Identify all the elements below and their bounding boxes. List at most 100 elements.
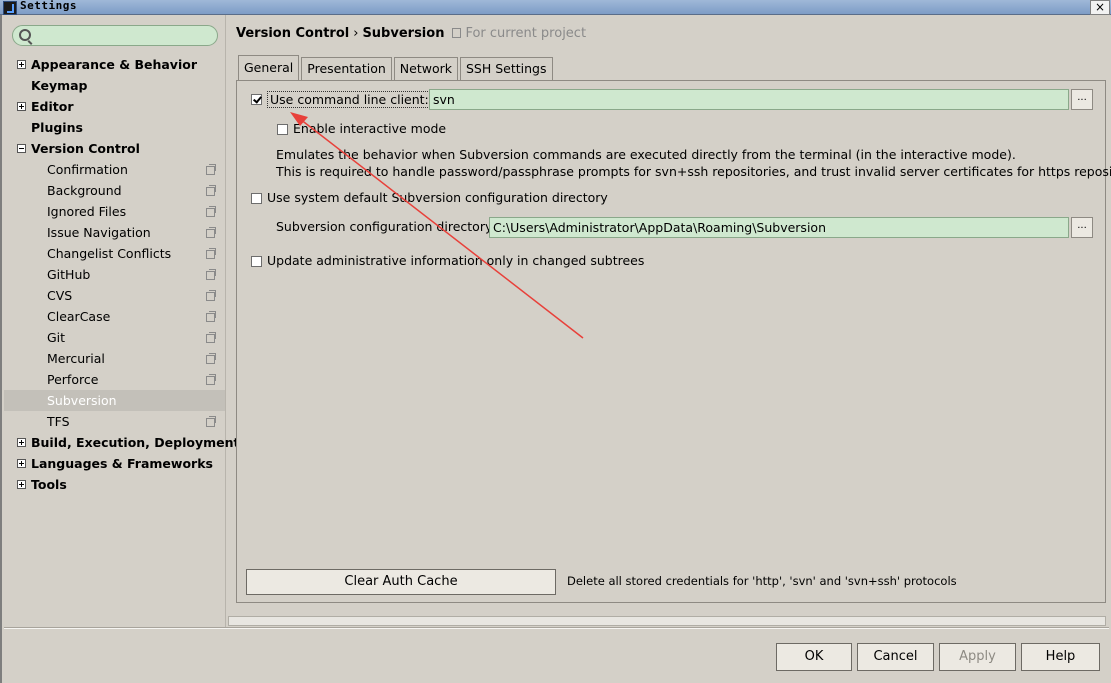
horizontal-scrollbar[interactable] bbox=[228, 616, 1106, 626]
sidebar-item-editor[interactable]: Editor bbox=[4, 96, 225, 117]
project-level-icon bbox=[206, 332, 216, 343]
ok-button[interactable]: OK bbox=[776, 643, 852, 671]
window-title: Settings bbox=[20, 0, 77, 12]
expand-icon[interactable] bbox=[17, 60, 26, 69]
project-level-icon bbox=[206, 248, 216, 259]
sidebar-item-confirmation[interactable]: Confirmation bbox=[4, 159, 225, 180]
config-directory-field[interactable]: C:\Users\Administrator\AppData\Roaming\S… bbox=[489, 217, 1069, 238]
project-level-icon bbox=[206, 164, 216, 175]
clear-auth-cache-note: Delete all stored credentials for 'http'… bbox=[567, 574, 957, 588]
sidebar-item-label: Background bbox=[47, 183, 122, 198]
sidebar-item-tfs[interactable]: TFS bbox=[4, 411, 225, 432]
clear-auth-cache-button[interactable]: Clear Auth Cache bbox=[246, 569, 556, 595]
sidebar-item-keymap[interactable]: Keymap bbox=[4, 75, 225, 96]
sidebar-item-git[interactable]: Git bbox=[4, 327, 225, 348]
sidebar-item-perforce[interactable]: Perforce bbox=[4, 369, 225, 390]
search-input[interactable] bbox=[12, 25, 218, 46]
tab-network[interactable]: Network bbox=[393, 57, 458, 80]
sidebar-item-label: Languages & Frameworks bbox=[31, 456, 213, 471]
close-button[interactable]: × bbox=[1090, 0, 1110, 15]
project-level-icon bbox=[206, 206, 216, 217]
sidebar-item-clearcase[interactable]: ClearCase bbox=[4, 306, 225, 327]
breadcrumb: Version Control › Subversion For current pr… bbox=[236, 26, 586, 41]
collapse-icon[interactable] bbox=[17, 144, 26, 153]
update-admin-info-checkbox[interactable] bbox=[251, 256, 262, 267]
sidebar-item-build-execution-deployment[interactable]: Build, Execution, Deployment bbox=[4, 432, 239, 453]
sidebar-item-tools[interactable]: Tools bbox=[4, 474, 225, 495]
sidebar-item-plugins[interactable]: Plugins bbox=[4, 117, 225, 138]
browse-config-dir-button[interactable]: ... bbox=[1071, 217, 1093, 238]
search-icon bbox=[19, 29, 31, 41]
sidebar-item-label: ClearCase bbox=[47, 309, 111, 324]
project-level-icon bbox=[206, 185, 216, 196]
sidebar-item-label: Confirmation bbox=[47, 162, 128, 177]
cancel-button[interactable]: Cancel bbox=[857, 643, 934, 671]
project-level-icon bbox=[206, 311, 216, 322]
sidebar-item-ignored-files[interactable]: Ignored Files bbox=[4, 201, 225, 222]
expand-icon[interactable] bbox=[17, 459, 26, 468]
use-system-default-dir-label[interactable]: Use system default Subversion configurat… bbox=[267, 190, 608, 205]
sidebar-item-label: Subversion bbox=[47, 393, 117, 408]
project-icon bbox=[452, 28, 462, 38]
interactive-mode-description-2: This is required to handle password/pass… bbox=[276, 164, 1111, 179]
breadcrumb-separator: › bbox=[353, 26, 359, 41]
use-command-line-client-label[interactable]: Use command line client: bbox=[267, 91, 432, 108]
sidebar-item-changelist-conflicts[interactable]: Changelist Conflicts bbox=[4, 243, 225, 264]
use-system-default-dir-checkbox[interactable] bbox=[251, 193, 262, 204]
sidebar-item-label: Perforce bbox=[47, 372, 99, 387]
apply-button[interactable]: Apply bbox=[939, 643, 1016, 671]
sidebar-item-label: Appearance & Behavior bbox=[31, 57, 197, 72]
browse-client-button[interactable]: ... bbox=[1071, 89, 1093, 110]
project-level-icon bbox=[206, 353, 216, 364]
enable-interactive-mode-label[interactable]: Enable interactive mode bbox=[293, 121, 446, 136]
sidebar-item-version-control[interactable]: Version Control bbox=[4, 138, 225, 159]
settings-tree: Appearance & Behavior Keymap Editor Plugins… bbox=[4, 54, 239, 495]
expand-icon[interactable] bbox=[17, 438, 26, 447]
project-level-icon bbox=[206, 416, 216, 427]
breadcrumb-parent[interactable]: Version Control bbox=[236, 26, 349, 41]
footer-divider bbox=[4, 627, 1109, 629]
sidebar-item-label: Ignored Files bbox=[47, 204, 127, 219]
project-scope-label: For current project bbox=[465, 26, 587, 41]
tab-general[interactable]: General bbox=[238, 55, 300, 80]
tab-ssh-settings[interactable]: SSH Settings bbox=[459, 57, 553, 80]
expand-icon[interactable] bbox=[17, 480, 26, 489]
sidebar-item-label: TFS bbox=[47, 414, 70, 429]
sidebar-item-label: Issue Navigation bbox=[47, 225, 151, 240]
sidebar-item-label: Git bbox=[47, 330, 66, 345]
sidebar-item-label: Tools bbox=[31, 477, 67, 492]
tab-bar: General Presentation Network SSH Setting… bbox=[238, 55, 555, 80]
sidebar-item-label: GitHub bbox=[47, 267, 91, 282]
sidebar-item-label: CVS bbox=[47, 288, 73, 303]
sidebar-item-label: Keymap bbox=[31, 78, 88, 93]
breadcrumb-current: Subversion bbox=[362, 26, 445, 41]
update-admin-info-label[interactable]: Update administrative information only i… bbox=[267, 253, 644, 268]
tab-presentation[interactable]: Presentation bbox=[301, 57, 392, 80]
sidebar-item-github[interactable]: GitHub bbox=[4, 264, 225, 285]
sidebar-item-label: Editor bbox=[31, 99, 74, 114]
sidebar-item-cvs[interactable]: CVS bbox=[4, 285, 225, 306]
project-level-icon bbox=[206, 290, 216, 301]
sidebar-item-issue-navigation[interactable]: Issue Navigation bbox=[4, 222, 225, 243]
project-level-icon bbox=[206, 269, 216, 280]
sidebar-item-appearance-behavior[interactable]: Appearance & Behavior bbox=[4, 54, 225, 75]
title-bar: Settings × bbox=[0, 0, 1111, 15]
expand-icon[interactable] bbox=[17, 102, 26, 111]
sidebar-item-label: Mercurial bbox=[47, 351, 105, 366]
project-level-icon bbox=[206, 227, 216, 238]
sidebar-item-label: Changelist Conflicts bbox=[47, 246, 172, 261]
sidebar-item-label: Version Control bbox=[31, 141, 140, 156]
intellij-app-icon bbox=[3, 1, 17, 15]
config-directory-label: Subversion configuration directory: bbox=[276, 219, 496, 234]
project-level-icon bbox=[206, 374, 216, 385]
sidebar-item-mercurial[interactable]: Mercurial bbox=[4, 348, 225, 369]
sidebar-item-label: Plugins bbox=[31, 120, 83, 135]
sidebar-item-background[interactable]: Background bbox=[4, 180, 225, 201]
sidebar-item-languages-frameworks[interactable]: Languages & Frameworks bbox=[4, 453, 225, 474]
project-scope-note: For current project bbox=[452, 26, 586, 41]
command-line-client-path-field[interactable]: svn bbox=[429, 89, 1069, 110]
help-button[interactable]: Help bbox=[1021, 643, 1100, 671]
use-command-line-client-checkbox[interactable] bbox=[251, 94, 262, 105]
enable-interactive-mode-checkbox[interactable] bbox=[277, 124, 288, 135]
sidebar-item-subversion[interactable]: Subversion bbox=[4, 390, 225, 411]
